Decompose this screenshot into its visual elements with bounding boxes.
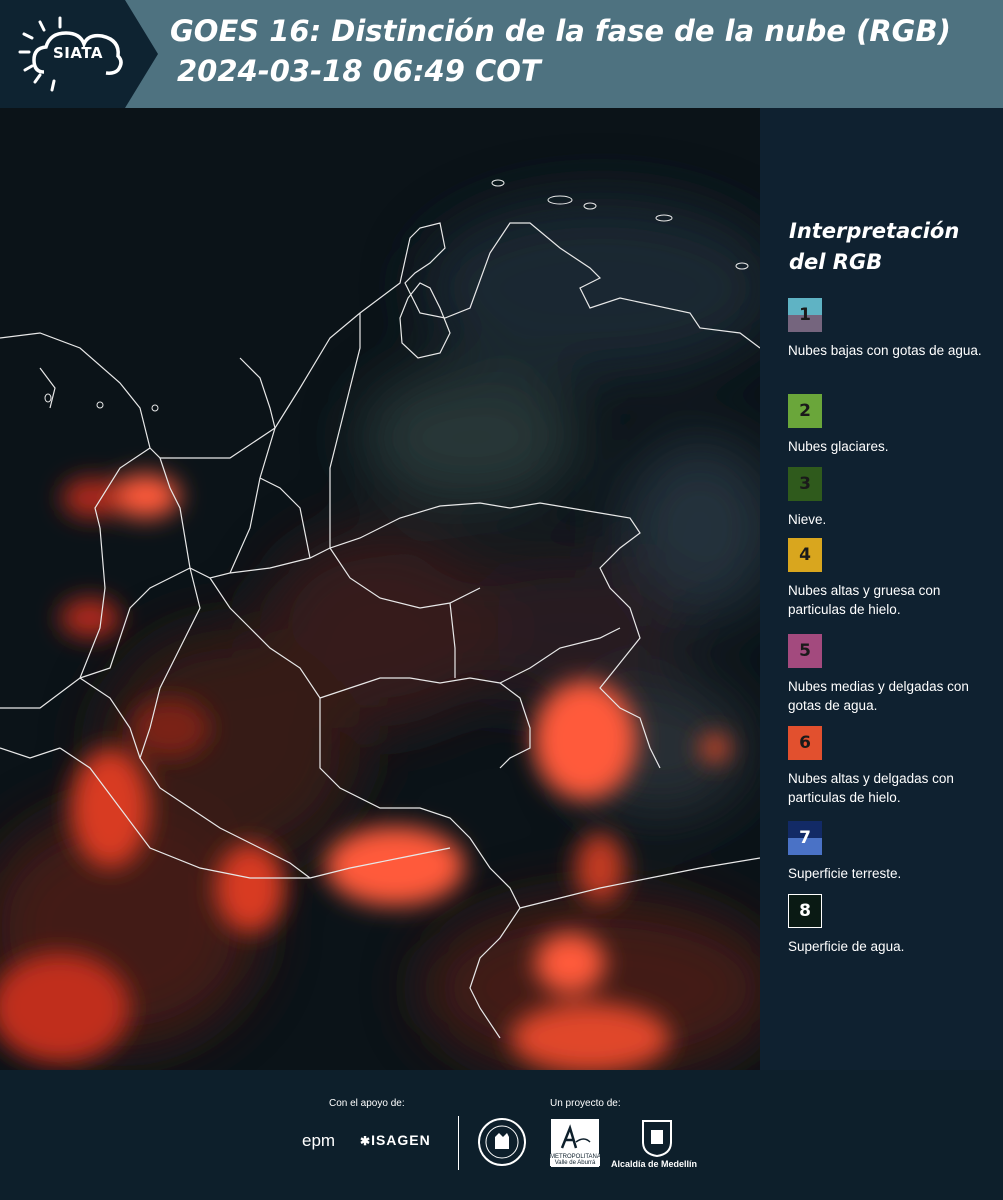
header-banner: SIATA GOES 16: Distinción de la fase de … (0, 0, 1003, 108)
isagen-logo: ✱ISAGEN (360, 1132, 431, 1148)
legend-swatch-1: 1 (788, 298, 822, 332)
legend-item-2: 2 Nubes glaciares. (788, 394, 998, 456)
siata-logo: SIATA (0, 0, 160, 108)
alcaldia-shield-icon (642, 1120, 672, 1158)
epm-logo: epm (302, 1131, 336, 1150)
footer-divider (458, 1116, 459, 1170)
isagen-icon: ✱ (360, 1134, 372, 1148)
area-metropolitana-text: METROPOLITANA Valle de Aburrá (550, 1154, 601, 1166)
legend-swatch-8: 8 (788, 894, 822, 928)
legend-label-3: Nieve. (788, 512, 827, 527)
legend-item-5: 5 Nubes medias y delgadas con gotas de a… (788, 634, 998, 715)
footer: Con el apoyo de: Un proyecto de: epm ✱IS… (0, 1070, 1003, 1200)
legend-item-4: 4 Nubes altas y gruesa con particulas de… (788, 538, 998, 619)
project-label: Un proyecto de: (550, 1098, 621, 1109)
seal-icon (478, 1118, 526, 1166)
satellite-map (0, 108, 760, 1070)
legend-label-2: Nubes glaciares. (788, 439, 889, 454)
legend-item-8: 8 Superficie de agua. (788, 894, 998, 956)
legend-panel: Interpretación del RGB 1 Nubes bajas con… (760, 108, 1003, 1070)
legend-swatch-3: 3 (788, 467, 822, 501)
legend-label-6: Nubes altas y delgadas con particulas de… (788, 771, 954, 805)
legend-swatch-6: 6 (788, 726, 822, 760)
legend-title: Interpretación del RGB (789, 219, 960, 274)
legend-swatch-2: 2 (788, 394, 822, 428)
legend-label-5: Nubes medias y delgadas con gotas de agu… (788, 679, 969, 713)
legend-item-7: 7 Superficie terreste. (788, 821, 998, 883)
legend-item-3: 3 Nieve. (788, 467, 998, 529)
alcaldia-label: Alcaldía de Medellín (611, 1159, 698, 1169)
legend-item-1: 1 Nubes bajas con gotas de agua. (788, 298, 998, 360)
page-timestamp: 2024-03-18 06:49 COT (177, 54, 541, 88)
legend-label-4: Nubes altas y gruesa con particulas de h… (788, 583, 941, 617)
logo-text: SIATA (52, 44, 103, 62)
legend-label-1: Nubes bajas con gotas de agua. (788, 343, 982, 358)
legend-swatch-4: 4 (788, 538, 822, 572)
page-title: GOES 16: Distinción de la fase de la nub… (170, 14, 951, 48)
legend-label-7: Superficie terreste. (788, 866, 902, 881)
legend-label-8: Superficie de agua. (788, 939, 905, 954)
legend-item-6: 6 Nubes altas y delgadas con particulas … (788, 726, 998, 807)
legend-swatch-5: 5 (788, 634, 822, 668)
support-label: Con el apoyo de: (329, 1098, 405, 1109)
legend-swatch-7: 7 (788, 821, 822, 855)
